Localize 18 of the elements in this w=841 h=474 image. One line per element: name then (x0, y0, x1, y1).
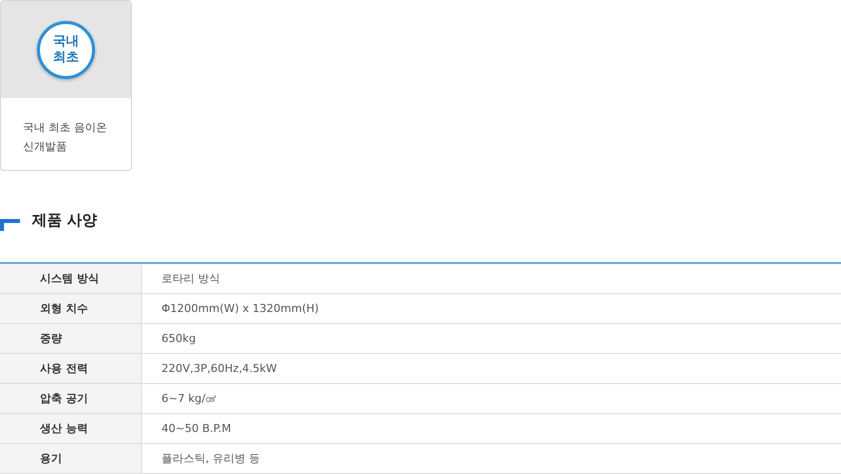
spec-label: 압축 공기 (0, 384, 141, 414)
spec-value: 220V,3P,60Hz,4.5kW (141, 354, 841, 384)
badge: 국내 최초 (37, 20, 95, 78)
spec-label: 용기 (0, 444, 141, 474)
card-caption: 국내 최초 음이온 신개발품 (22, 120, 108, 155)
spec-label: 시스템 방식 (0, 263, 141, 294)
spec-value: 6~7 kg/㎠ (141, 384, 841, 414)
corner-marker-icon (0, 219, 20, 231)
spec-value: 로타리 방식 (141, 263, 841, 294)
spec-value: 40~50 B.P.M (141, 414, 841, 444)
spec-label: 외형 치수 (0, 294, 141, 324)
spec-value: 플라스틱, 유리병 등 (141, 444, 841, 474)
spec-value: Φ1200mm(W) x 1320mm(H) (141, 294, 841, 324)
spec-label: 사용 전력 (0, 354, 141, 384)
section-title: 제품 사양 (32, 211, 98, 230)
spec-label: 생산 능력 (0, 414, 141, 444)
spec-value: 650kg (141, 324, 841, 354)
spec-label: 중량 (0, 324, 141, 354)
